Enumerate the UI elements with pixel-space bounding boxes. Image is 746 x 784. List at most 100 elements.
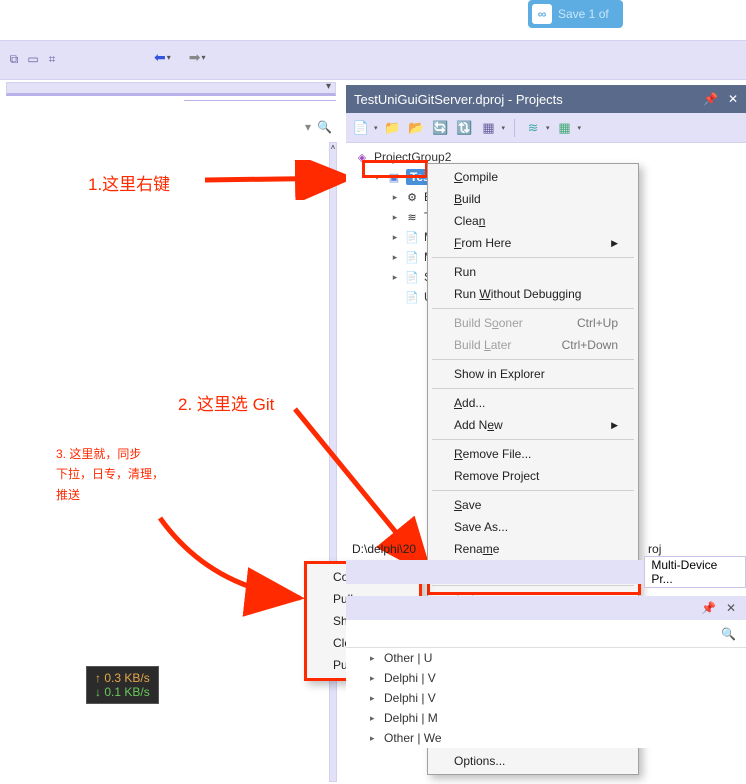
search-icon[interactable]: 🔍	[721, 627, 736, 641]
list-item-label: Delphi | V	[384, 691, 436, 705]
nav-forward-button[interactable]: ➡ ▾	[189, 49, 206, 66]
list-item[interactable]: ▸ Delphi | V	[346, 688, 746, 708]
expand-icon[interactable]: ▸	[390, 272, 400, 283]
check-icon[interactable]: ▦	[556, 119, 574, 137]
sync-icon[interactable]: 🔃	[456, 119, 474, 137]
view-icon[interactable]: ▦	[480, 119, 498, 137]
annotation-3-line3: 推送	[56, 485, 164, 505]
pin-icon[interactable]: 📌	[703, 92, 718, 106]
ctx-separator	[432, 359, 634, 360]
annotation-1: 1.这里右键	[88, 170, 170, 195]
expand-icon[interactable]: ▾	[372, 172, 382, 183]
tag-multidevice[interactable]: Multi-Device Pr...	[644, 556, 746, 588]
nav-arrows: ⬅ ▾ ➡ ▾	[154, 49, 206, 66]
search-icon[interactable]: 🔍	[317, 120, 332, 134]
project-icon: ▣	[386, 170, 402, 184]
ctx-from-here[interactable]: From Here▶	[430, 232, 636, 254]
search-row: ▾ 🔍	[6, 114, 336, 140]
upload-speed: ↑ 0.3 KB/s	[95, 671, 150, 685]
expand-icon[interactable]: ▸	[370, 713, 380, 724]
project-group-label: ProjectGroup2	[374, 150, 451, 164]
list-item[interactable]: ▸ Other | We	[346, 728, 746, 748]
add-folder-icon[interactable]: 📁	[384, 119, 402, 137]
projects-title: TestUniGuiGitServer.dproj - Projects	[354, 92, 563, 107]
close-icon[interactable]: ✕	[728, 92, 738, 106]
expand-icon[interactable]: ▸	[390, 192, 400, 203]
ctx-options[interactable]: Options...	[430, 750, 636, 772]
ctx-separator	[432, 308, 634, 309]
ctx-compile[interactable]: Compile	[430, 166, 636, 188]
ctx-remove-project[interactable]: Remove Project	[430, 465, 636, 487]
projects-toolbar: 📄▾ 📁 📂 🔄 🔃 ▦▾ ≋▾ ▦▾	[346, 113, 746, 143]
ctx-save-as[interactable]: Save As...	[430, 516, 636, 538]
ctx-separator	[432, 585, 634, 586]
toolbar-icon-1[interactable]: ⧉	[6, 51, 22, 67]
ctx-separator	[432, 257, 634, 258]
expand-icon[interactable]: ▸	[390, 212, 400, 223]
cloud-label: Save 1 of	[558, 7, 609, 21]
list-item[interactable]: ▸ Other | U	[346, 648, 746, 668]
file-icon: 📄	[404, 270, 420, 284]
projects-titlebar: TestUniGuiGitServer.dproj - Projects 📌 ✕	[346, 85, 746, 113]
new-icon[interactable]: 📄	[352, 119, 370, 137]
ctx-clean[interactable]: Clean	[430, 210, 636, 232]
project-group-icon: ◈	[354, 150, 370, 164]
nav-back-button[interactable]: ⬅ ▾	[154, 49, 171, 66]
project-path-row: D:\delphi\20roj Multi-Device Pr...	[346, 538, 746, 584]
ctx-add[interactable]: Add...	[430, 392, 636, 414]
project-tag-row: Multi-Device Pr...	[346, 560, 746, 584]
list-item-label: Delphi | M	[384, 711, 438, 725]
expand-icon[interactable]: ▸	[370, 693, 380, 704]
file-icon: ⚙	[404, 190, 420, 204]
ctx-save[interactable]: Save	[430, 494, 636, 516]
toolbar-left-icons: ⧉ ▭ ⌗	[6, 51, 60, 67]
ctx-run-without-debug[interactable]: Run Without Debugging	[430, 283, 636, 305]
download-speed: ↓ 0.1 KB/s	[95, 685, 150, 699]
annotation-3: 3. 这里就，同步 下拉，日专，清理， 推送	[56, 444, 164, 505]
expand-icon[interactable]: ▸	[370, 673, 380, 684]
lower-list: ▸ Other | U ▸ Delphi | V ▸ Delphi | V ▸ Delphi …	[346, 648, 746, 748]
expand-icon[interactable]: ▸	[390, 252, 400, 263]
toolbar-icon-2[interactable]: ▭	[25, 51, 41, 67]
ctx-separator	[432, 490, 634, 491]
ctx-show-explorer[interactable]: Show in Explorer	[430, 363, 636, 385]
ctx-run[interactable]: Run	[430, 261, 636, 283]
expand-icon[interactable]: ▸	[370, 653, 380, 664]
filter-icon[interactable]: ≋	[524, 119, 542, 137]
ctx-remove-file[interactable]: Remove File...	[430, 443, 636, 465]
lower-panel-bar: 📌 ✕	[346, 596, 746, 620]
vertical-splitter[interactable]: ˄	[329, 142, 337, 782]
refresh-icon[interactable]: 🔄	[432, 119, 450, 137]
arrow-left-icon: ⬅	[154, 49, 166, 66]
expand-icon[interactable]: ▸	[390, 232, 400, 243]
splitter-up-icon[interactable]: ˄	[330, 143, 336, 157]
list-item-label: Other | We	[384, 731, 442, 745]
file-icon: 📄	[404, 230, 420, 244]
ctx-add-new[interactable]: Add New▶	[430, 414, 636, 436]
cloud-save-badge: ∞ Save 1 of	[528, 0, 623, 28]
network-speed-widget: ↑ 0.3 KB/s ↓ 0.1 KB/s	[86, 666, 159, 704]
ctx-build-later: Build LaterCtrl+Down	[430, 334, 636, 356]
list-item[interactable]: ▸ Delphi | M	[346, 708, 746, 728]
close-icon[interactable]: ✕	[726, 601, 736, 615]
expand-icon[interactable]: ▸	[370, 733, 380, 744]
left-panel-header[interactable]	[6, 82, 336, 96]
list-item-label: Other | U	[384, 651, 432, 665]
ctx-separator	[432, 439, 634, 440]
arrow-right-icon: ➡	[189, 49, 201, 66]
ctx-build[interactable]: Build	[430, 188, 636, 210]
toolbar-icon-3[interactable]: ⌗	[44, 51, 60, 67]
chevron-down-icon[interactable]: ▾	[305, 120, 311, 134]
chevron-down-icon: ▾	[201, 53, 205, 62]
file-icon: ≋	[404, 210, 420, 224]
arrow-1	[200, 160, 370, 200]
remove-icon[interactable]: 📂	[408, 119, 426, 137]
pin-icon[interactable]: 📌	[701, 601, 716, 615]
list-item-label: Delphi | V	[384, 671, 436, 685]
annotation-3-line2: 下拉，日专，清理，	[56, 464, 164, 484]
annotation-3-line1: 3. 这里就，同步	[56, 444, 164, 464]
project-path: D:\delphi\20	[352, 542, 416, 556]
ctx-build-sooner: Build SoonerCtrl+Up	[430, 312, 636, 334]
list-item[interactable]: ▸ Delphi | V	[346, 668, 746, 688]
annotation-2: 2. 这里选 Git	[178, 390, 274, 415]
